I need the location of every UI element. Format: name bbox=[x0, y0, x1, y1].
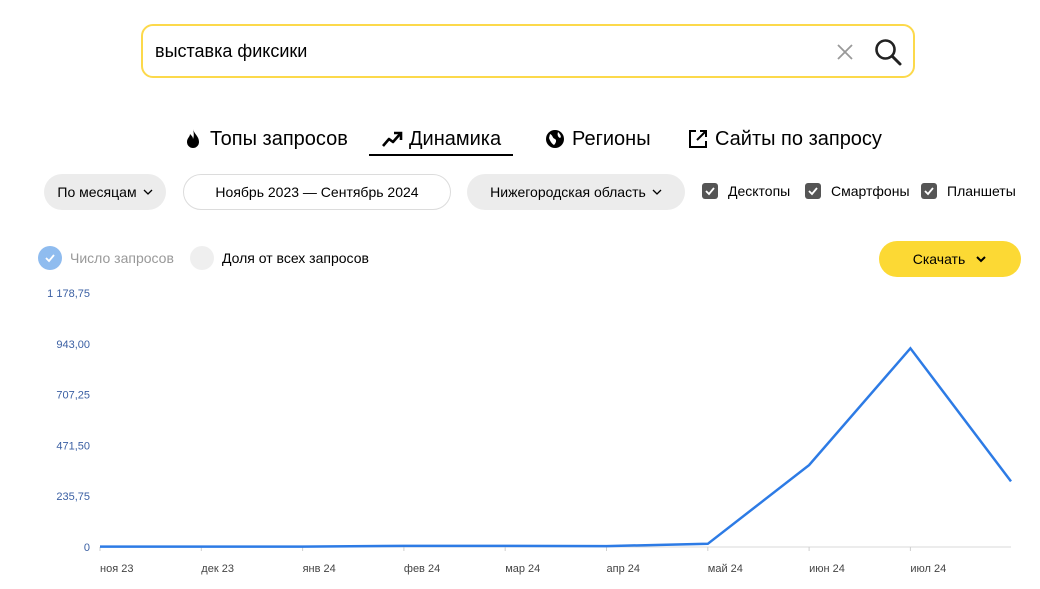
chevron-down-icon bbox=[143, 189, 153, 195]
tabs: Топы запросов Динамика Регионы Сайты по … bbox=[0, 124, 1040, 156]
checkbox-label: Планшеты bbox=[947, 183, 1016, 199]
y-tick-label: 471,50 bbox=[56, 440, 90, 452]
external-link-icon bbox=[689, 130, 707, 148]
y-tick-label: 943,00 bbox=[56, 339, 90, 351]
date-range-picker[interactable]: Ноябрь 2023 — Сентябрь 2024 bbox=[183, 174, 451, 210]
x-tick-label: ноя 23 bbox=[100, 563, 133, 575]
x-tick-label: май 24 bbox=[708, 563, 743, 575]
series-line bbox=[100, 346, 1012, 548]
x-tick-label: янв 24 bbox=[303, 563, 336, 575]
x-tick-label: дек 23 bbox=[201, 563, 234, 575]
radio-checked-icon bbox=[38, 246, 62, 270]
tab-label: Топы запросов bbox=[210, 127, 348, 150]
globe-icon bbox=[546, 130, 564, 148]
tab-top-queries[interactable]: Топы запросов bbox=[182, 124, 348, 154]
y-tick-label: 0 bbox=[84, 542, 90, 554]
fire-icon bbox=[187, 129, 199, 148]
metric-selector: Число запросов Доля от всех запросов Ска… bbox=[0, 241, 1040, 277]
chevron-down-icon bbox=[652, 189, 662, 195]
x-tick-label: июл 24 bbox=[910, 563, 946, 575]
x-tick-label: фев 24 bbox=[404, 563, 440, 575]
checkbox-checked-icon bbox=[805, 183, 821, 199]
region-select[interactable]: Нижегородская область bbox=[467, 174, 685, 210]
tab-regions[interactable]: Регионы bbox=[544, 124, 651, 154]
checkbox-smartphones[interactable]: Смартфоны bbox=[805, 183, 910, 199]
region-label: Нижегородская область bbox=[490, 184, 646, 200]
download-button[interactable]: Скачать bbox=[879, 241, 1021, 277]
trend-up-icon bbox=[382, 131, 403, 147]
search-icon[interactable] bbox=[873, 37, 903, 67]
period-select[interactable]: По месяцам bbox=[44, 174, 166, 210]
x-tick-label: мар 24 bbox=[505, 563, 540, 575]
date-range-label: Ноябрь 2023 — Сентябрь 2024 bbox=[215, 184, 419, 200]
search-input[interactable] bbox=[155, 38, 815, 64]
clear-icon[interactable] bbox=[833, 40, 857, 64]
search-bar bbox=[141, 24, 915, 78]
checkbox-checked-icon bbox=[702, 183, 718, 199]
download-label: Скачать bbox=[912, 251, 966, 267]
filters-bar: По месяцам Ноябрь 2023 — Сентябрь 2024 Н… bbox=[0, 174, 1040, 210]
tab-sites[interactable]: Сайты по запросу bbox=[687, 124, 882, 154]
radio-share[interactable]: Доля от всех запросов bbox=[190, 246, 369, 270]
tab-label: Сайты по запросу bbox=[715, 127, 882, 150]
radio-unchecked-icon bbox=[190, 246, 214, 270]
period-label: По месяцам bbox=[57, 184, 137, 200]
checkbox-desktops[interactable]: Десктопы bbox=[702, 183, 790, 199]
radio-label: Доля от всех запросов bbox=[222, 250, 369, 266]
tab-dynamics[interactable]: Динамика bbox=[369, 124, 514, 156]
checkbox-label: Десктопы bbox=[728, 183, 791, 199]
chevron-down-icon bbox=[976, 256, 986, 263]
radio-query-count[interactable]: Число запросов bbox=[38, 246, 174, 270]
checkbox-checked-icon bbox=[921, 183, 937, 199]
tab-label: Динамика bbox=[409, 127, 502, 150]
x-tick-label: июн 24 bbox=[809, 563, 845, 575]
checkbox-tablets[interactable]: Планшеты bbox=[921, 183, 1016, 199]
radio-label: Число запросов bbox=[70, 250, 174, 266]
tab-label: Регионы bbox=[572, 127, 651, 150]
y-tick-label: 1 178,75 bbox=[47, 288, 90, 300]
checkbox-label: Смартфоны bbox=[831, 183, 910, 199]
x-tick-label: апр 24 bbox=[607, 563, 640, 575]
y-tick-label: 707,25 bbox=[56, 390, 90, 402]
y-tick-label: 235,75 bbox=[56, 491, 90, 503]
line-chart: 1 178,75 943,00 707,25 471,50 235,75 0 ноя 23 д… bbox=[47, 288, 1012, 575]
